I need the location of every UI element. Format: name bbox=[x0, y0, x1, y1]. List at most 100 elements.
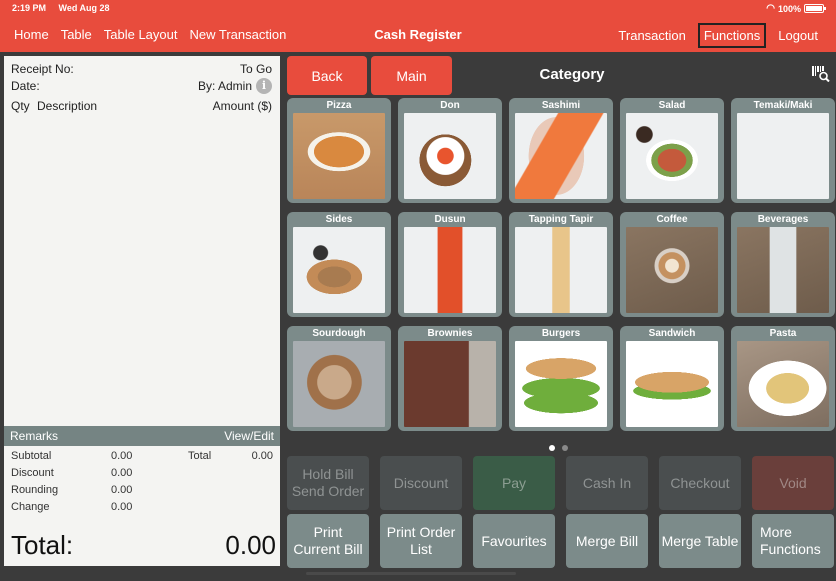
back-button[interactable]: Back bbox=[287, 56, 367, 95]
rounding-value: 0.00 bbox=[111, 484, 133, 496]
receipt-panel: Receipt No: To Go Date: By: Admin i Qty … bbox=[4, 56, 280, 566]
grand-total-value: 0.00 bbox=[225, 530, 276, 560]
receipt-no-label: Receipt No: bbox=[11, 62, 74, 76]
amount-header: Amount ($) bbox=[212, 99, 272, 113]
category-image-sashimi-photo bbox=[515, 113, 607, 199]
category-name: Dusun bbox=[434, 214, 466, 225]
category-tile-pizza[interactable]: Pizza bbox=[287, 98, 391, 203]
cash-in-button[interactable]: Cash In bbox=[566, 456, 648, 510]
category-tile-coffee[interactable]: Coffee bbox=[620, 212, 724, 317]
top-bar: 2:19 PM Wed Aug 28 ◠ 100% Home Table Tab… bbox=[0, 0, 836, 52]
category-image-sandwich-photo bbox=[626, 341, 718, 427]
subtotal-label: Subtotal bbox=[11, 450, 52, 462]
wifi-icon: ◠ bbox=[766, 3, 775, 14]
category-image-salad-photo bbox=[626, 113, 718, 199]
nav-table[interactable]: Table bbox=[61, 27, 92, 42]
category-name: Sides bbox=[325, 214, 353, 225]
nav-new-transaction[interactable]: New Transaction bbox=[190, 27, 287, 42]
merge-bill-button[interactable]: Merge Bill bbox=[566, 514, 648, 568]
category-image-beverage-photo bbox=[737, 227, 829, 313]
rounding-label: Rounding bbox=[11, 484, 59, 496]
merge-table-button[interactable]: Merge Table bbox=[659, 514, 741, 568]
subtotal-value: 0.00 bbox=[111, 450, 133, 462]
change-value: 0.00 bbox=[111, 501, 133, 513]
nav-transaction[interactable]: Transaction bbox=[614, 25, 689, 46]
order-type[interactable]: To Go bbox=[240, 62, 272, 76]
receipt-no-row: Receipt No: To Go bbox=[11, 62, 272, 76]
category-image-temaki-photo bbox=[737, 113, 829, 199]
category-tile-tapping-tapir[interactable]: Tapping Tapir bbox=[509, 212, 613, 317]
pay-button[interactable]: Pay bbox=[473, 456, 555, 510]
receipt-header-row: Qty Description Amount ($) bbox=[11, 99, 272, 113]
description-header: Description bbox=[37, 99, 98, 113]
date-row: Date: By: Admin i bbox=[11, 78, 272, 94]
category-image-dusun-bottle-photo bbox=[404, 227, 496, 313]
void-button[interactable]: Void bbox=[752, 456, 834, 510]
category-tile-salad[interactable]: Salad bbox=[620, 98, 724, 203]
category-name: Tapping Tapir bbox=[528, 214, 594, 225]
total-value: 0.00 bbox=[251, 450, 273, 462]
by-admin: By: Admin bbox=[197, 79, 252, 93]
category-name: Salad bbox=[658, 100, 686, 111]
category-tile-sourdough[interactable]: Sourdough bbox=[287, 326, 391, 431]
remarks-label: Remarks bbox=[10, 429, 59, 443]
page-dot-2[interactable] bbox=[562, 445, 568, 451]
category-tile-pasta[interactable]: Pasta bbox=[731, 326, 835, 431]
print-order-list-button[interactable]: Print Order List bbox=[380, 514, 462, 568]
nav-logout[interactable]: Logout bbox=[774, 25, 822, 46]
print-current-bill-button[interactable]: Print Current Bill bbox=[287, 514, 369, 568]
category-image-coffee-photo bbox=[626, 227, 718, 313]
category-tile-don[interactable]: Don bbox=[398, 98, 502, 203]
category-image-pasta-photo bbox=[737, 341, 829, 427]
category-name: Pasta bbox=[769, 328, 797, 339]
category-name: Temaki/Maki bbox=[753, 100, 813, 111]
status-bar-left: 2:19 PM Wed Aug 28 bbox=[12, 3, 120, 13]
grand-total-row: Total: 0.00 bbox=[11, 530, 276, 561]
category-name: Brownies bbox=[427, 328, 473, 339]
remarks-bar: Remarks View/Edit bbox=[4, 426, 280, 446]
category-name: Coffee bbox=[656, 214, 688, 225]
function-buttons: Hold Bill Send Order Discount Pay Cash I… bbox=[287, 456, 834, 568]
total-label: Total bbox=[188, 450, 212, 462]
discount-label: Discount bbox=[11, 467, 54, 479]
category-tile-dusun[interactable]: Dusun bbox=[398, 212, 502, 317]
status-bar-right: ◠ 100% bbox=[766, 3, 826, 14]
page-dot-1[interactable] bbox=[549, 445, 555, 451]
category-tile-beverages[interactable]: Beverages bbox=[731, 212, 835, 317]
category-name: Sandwich bbox=[648, 328, 696, 339]
category-tile-temaki-maki[interactable]: Temaki/Maki bbox=[731, 98, 835, 203]
category-image-sides-photo bbox=[293, 227, 385, 313]
page-indicator bbox=[549, 445, 568, 451]
category-name: Pizza bbox=[326, 100, 352, 111]
category-image-burger-photo bbox=[515, 341, 607, 427]
change-label: Change bbox=[11, 501, 50, 513]
more-functions-button[interactable]: More Functions bbox=[752, 514, 834, 568]
category-image-don-bowl-photo bbox=[404, 113, 496, 199]
discount-button[interactable]: Discount bbox=[380, 456, 462, 510]
hold-bill-send-order-button[interactable]: Hold Bill Send Order bbox=[287, 456, 369, 510]
main-button[interactable]: Main bbox=[371, 56, 452, 95]
category-tile-sides[interactable]: Sides bbox=[287, 212, 391, 317]
nav-functions[interactable]: Functions bbox=[697, 23, 767, 48]
battery-percent: 100% bbox=[777, 3, 801, 14]
view-edit-remarks[interactable]: View/Edit bbox=[224, 429, 274, 443]
category-name: Sashimi bbox=[541, 100, 581, 111]
checkout-button[interactable]: Checkout bbox=[659, 456, 741, 510]
category-name: Sourdough bbox=[312, 328, 366, 339]
category-tile-sandwich[interactable]: Sandwich bbox=[620, 326, 724, 431]
category-name: Don bbox=[440, 100, 460, 111]
nav-home[interactable]: Home bbox=[14, 27, 49, 42]
category-tile-burgers[interactable]: Burgers bbox=[509, 326, 613, 431]
barcode-search-icon[interactable] bbox=[812, 66, 830, 82]
horizontal-scrollbar[interactable] bbox=[306, 572, 516, 575]
nav-table-layout[interactable]: Table Layout bbox=[104, 27, 178, 42]
category-header: Back Main Category bbox=[287, 56, 836, 96]
favourites-button[interactable]: Favourites bbox=[473, 514, 555, 568]
category-image-pizza-photo bbox=[293, 113, 385, 199]
category-tile-sashimi[interactable]: Sashimi bbox=[509, 98, 613, 203]
battery-icon bbox=[804, 4, 826, 13]
status-date: Wed Aug 28 bbox=[58, 3, 110, 13]
status-time: 2:19 PM bbox=[12, 3, 47, 13]
category-tile-brownies[interactable]: Brownies bbox=[398, 326, 502, 431]
info-icon[interactable]: i bbox=[256, 78, 272, 94]
